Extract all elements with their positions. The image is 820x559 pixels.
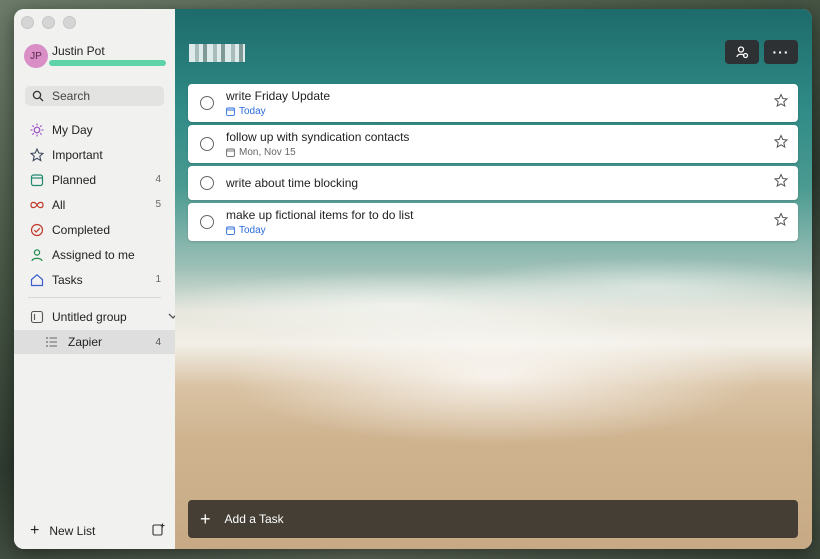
sidebar-item-planned[interactable]: Planned 4	[14, 167, 175, 192]
close-window-button[interactable]	[21, 16, 34, 29]
search-label: Search	[52, 89, 91, 103]
account-name: Justin Pot	[52, 44, 105, 58]
minimize-window-button[interactable]	[42, 16, 55, 29]
task-list-pane: ··· write Friday Update Today follow up …	[175, 9, 812, 549]
sidebar-item-completed[interactable]: Completed	[14, 217, 175, 242]
task-title: follow up with syndication contacts	[226, 130, 410, 144]
group-label: Untitled group	[52, 310, 127, 324]
star-icon[interactable]	[773, 173, 789, 193]
star-icon[interactable]	[773, 212, 789, 232]
plus-icon: +	[200, 509, 211, 529]
list-title-redacted	[189, 44, 245, 62]
sidebar-item-label: Important	[52, 147, 103, 162]
list-icon	[46, 337, 58, 347]
zoom-window-button[interactable]	[63, 16, 76, 29]
sun-icon	[30, 123, 44, 137]
search-box[interactable]: Search	[25, 86, 164, 106]
calendar-icon	[226, 107, 235, 116]
task-due: Today	[226, 225, 413, 236]
sidebar-item-assigned-to-me[interactable]: Assigned to me	[14, 242, 175, 267]
add-task-input[interactable]: + Add a Task	[188, 500, 798, 538]
task-row[interactable]: follow up with syndication contacts Mon,…	[188, 125, 798, 163]
list-label: Zapier	[68, 335, 103, 349]
sidebar: JP Justin Pot Search My Day Important Pl…	[14, 9, 178, 549]
check-circle-icon	[30, 223, 44, 237]
sidebar-nav: My Day Important Planned 4 All 5 Complet…	[14, 117, 175, 292]
avatar[interactable]: JP	[24, 44, 48, 68]
sidebar-item-label: Tasks	[52, 272, 83, 287]
group-icon	[30, 310, 44, 324]
complete-checkbox[interactable]	[200, 137, 214, 151]
star-icon	[30, 147, 44, 162]
app-window: JP Justin Pot Search My Day Important Pl…	[14, 9, 812, 549]
sidebar-group-untitled[interactable]: Untitled group	[14, 305, 191, 329]
complete-checkbox[interactable]	[200, 96, 214, 110]
sidebar-item-label: All	[52, 197, 66, 212]
task-title: write Friday Update	[226, 89, 331, 103]
task-due-label: Today	[239, 106, 266, 117]
sidebar-item-all[interactable]: All 5	[14, 192, 175, 217]
new-list-button[interactable]: + New List	[30, 523, 165, 539]
task-row[interactable]: write Friday Update Today	[188, 84, 798, 122]
share-person-icon	[736, 46, 749, 59]
calendar-icon	[30, 173, 44, 187]
search-icon	[32, 90, 44, 102]
complete-checkbox[interactable]	[200, 215, 214, 229]
infinity-icon	[30, 198, 44, 212]
sidebar-item-my-day[interactable]: My Day	[14, 117, 175, 142]
more-options-button[interactable]: ···	[764, 40, 798, 64]
person-icon	[30, 248, 44, 262]
sidebar-item-label: Completed	[52, 222, 111, 237]
task-title: make up fictional items for to do list	[226, 208, 414, 222]
task-due: Today	[226, 106, 330, 117]
task-due-label: Mon, Nov 15	[239, 147, 296, 158]
task-title: write about time blocking	[226, 176, 359, 190]
star-icon[interactable]	[773, 93, 789, 113]
sidebar-item-count: 4	[155, 174, 161, 185]
new-group-icon[interactable]	[152, 523, 165, 539]
list-count: 4	[155, 336, 161, 348]
complete-checkbox[interactable]	[200, 176, 214, 190]
task-list: write Friday Update Today follow up with…	[188, 84, 798, 244]
sidebar-item-count: 1	[155, 274, 161, 285]
task-row[interactable]: make up fictional items for to do list T…	[188, 203, 798, 241]
share-list-button[interactable]	[725, 40, 759, 64]
sidebar-item-important[interactable]: Important	[14, 142, 175, 167]
ellipsis-icon: ···	[772, 44, 790, 60]
calendar-icon	[226, 148, 235, 157]
sidebar-item-label: Planned	[52, 172, 97, 187]
sidebar-list-zapier[interactable]: Zapier 4	[14, 330, 175, 354]
task-due-label: Today	[239, 225, 266, 236]
star-icon[interactable]	[773, 134, 789, 154]
task-due: Mon, Nov 15	[226, 147, 409, 158]
new-list-label: New List	[49, 524, 96, 538]
add-task-placeholder: Add a Task	[224, 512, 284, 526]
task-row[interactable]: write about time blocking	[188, 166, 798, 200]
sidebar-divider	[28, 297, 161, 298]
sidebar-item-label: My Day	[52, 122, 93, 137]
plus-icon: +	[30, 522, 40, 539]
calendar-icon	[226, 226, 235, 235]
sidebar-item-tasks[interactable]: Tasks 1	[14, 267, 175, 292]
window-controls	[21, 16, 76, 29]
sidebar-item-count: 5	[155, 199, 161, 210]
sidebar-item-label: Assigned to me	[52, 247, 135, 262]
home-icon	[30, 273, 44, 287]
redacted-email	[49, 60, 166, 66]
